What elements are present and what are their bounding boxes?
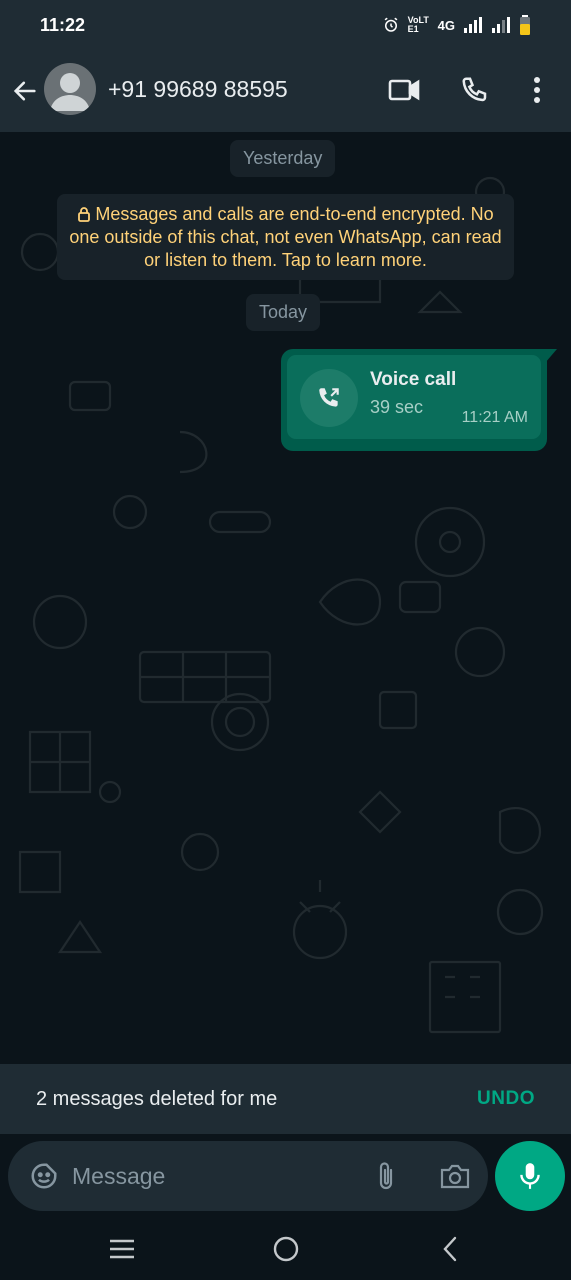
- video-call-button[interactable]: [384, 72, 424, 108]
- date-chip-yesterday: Yesterday: [230, 140, 336, 177]
- lock-icon: [78, 207, 91, 222]
- arrow-left-icon: [13, 81, 36, 101]
- message-timestamp: 11:21 AM: [461, 409, 528, 426]
- undo-button[interactable]: UNDO: [477, 1088, 535, 1110]
- home-circle-icon: [273, 1236, 299, 1262]
- date-chip-today: Today: [246, 294, 321, 331]
- chevron-left-icon: [443, 1236, 457, 1262]
- call-icon-circle: [300, 369, 358, 427]
- status-time: 11:22: [40, 14, 86, 35]
- outgoing-call-icon: [319, 388, 339, 407]
- message-input-container: [8, 1141, 488, 1211]
- more-vertical-icon: [534, 77, 540, 103]
- phone-icon: [462, 77, 487, 102]
- chat-header: +91 99689 88595: [0, 50, 571, 132]
- signal-2-icon: [492, 17, 510, 33]
- encryption-notice-text: Messages and calls are end-to-end encryp…: [69, 204, 502, 270]
- paperclip-icon: [379, 1162, 393, 1190]
- recents-button[interactable]: [102, 1232, 142, 1266]
- call-title: Voice call: [370, 369, 457, 390]
- emoji-button[interactable]: [28, 1160, 60, 1192]
- recents-icon: [110, 1239, 134, 1259]
- video-camera-icon: [388, 79, 420, 101]
- microphone-icon: [520, 1163, 540, 1189]
- snackbar-text: 2 messages deleted for me: [36, 1087, 278, 1110]
- volte-indicator: VoLTE1: [407, 15, 429, 34]
- system-back-button[interactable]: [430, 1232, 470, 1266]
- chat-area[interactable]: Yesterday Messages and calls are end-to-…: [0, 132, 571, 1064]
- call-card[interactable]: Voice call 39 sec 11:21 AM: [287, 355, 541, 439]
- message-input[interactable]: [72, 1155, 342, 1197]
- battery-icon: [520, 15, 530, 35]
- camera-icon: [440, 1164, 470, 1189]
- voice-record-button[interactable]: [495, 1141, 565, 1211]
- home-button[interactable]: [266, 1232, 306, 1266]
- voice-call-message[interactable]: Voice call 39 sec 11:21 AM: [281, 349, 557, 451]
- default-avatar-icon: [50, 73, 90, 111]
- contact-name[interactable]: +91 99689 88595: [108, 76, 288, 103]
- call-duration: 39 sec: [370, 397, 424, 417]
- more-options-button[interactable]: [522, 72, 552, 108]
- voice-call-button[interactable]: [455, 72, 495, 108]
- bubble-tail: [545, 349, 557, 363]
- back-button[interactable]: [8, 74, 42, 108]
- alarm-icon: [384, 17, 398, 32]
- status-icons: VoLTE1 4G: [382, 15, 531, 35]
- snackbar: 2 messages deleted for me UNDO: [0, 1064, 571, 1134]
- encryption-notice[interactable]: Messages and calls are end-to-end encryp…: [57, 194, 514, 280]
- attach-button[interactable]: [370, 1159, 402, 1193]
- system-nav-bar: [0, 1218, 571, 1280]
- composer: [0, 1134, 571, 1218]
- sticker-smiley-icon: [31, 1163, 57, 1189]
- camera-button[interactable]: [438, 1159, 472, 1193]
- status-bar: 11:22 VoLTE1 4G: [0, 0, 571, 50]
- avatar[interactable]: [44, 63, 96, 115]
- signal-icon: [464, 17, 482, 33]
- network-type: 4G: [437, 17, 455, 33]
